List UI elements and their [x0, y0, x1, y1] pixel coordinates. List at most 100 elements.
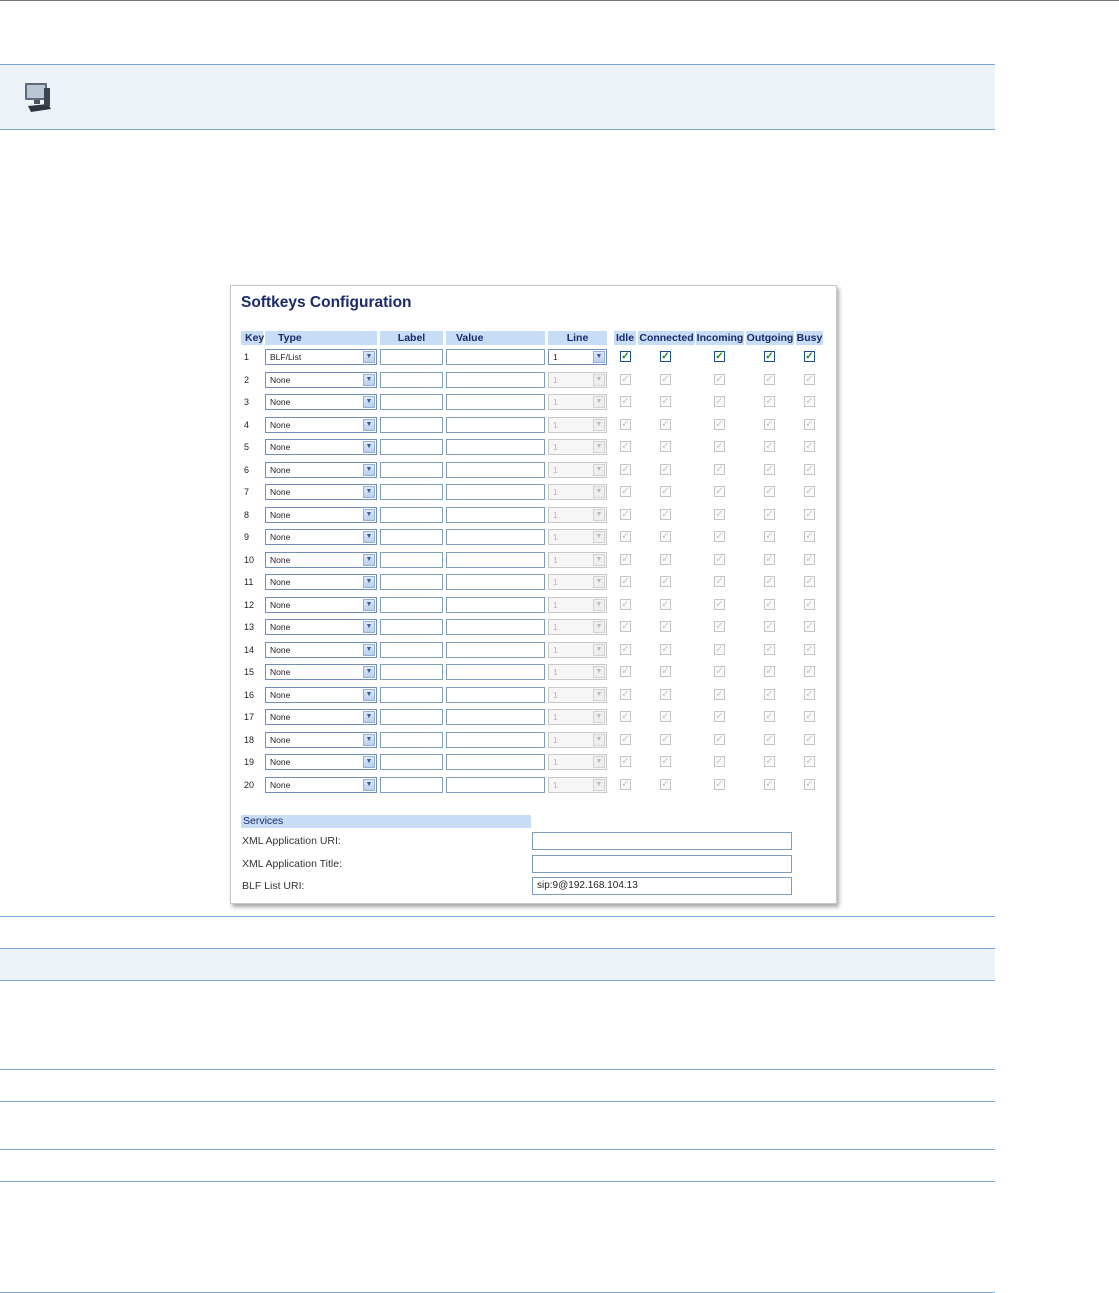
value-input[interactable] — [446, 596, 545, 613]
value-input[interactable] — [446, 506, 545, 523]
checkbox-outgoing[interactable]: ✓ — [764, 598, 775, 610]
checkbox-busy[interactable]: ✓ — [804, 463, 815, 475]
label-input[interactable] — [380, 641, 443, 658]
checkbox-connected[interactable]: ✓ — [660, 733, 671, 745]
type-select[interactable]: None ▼ — [265, 416, 377, 433]
label-input[interactable] — [380, 484, 443, 500]
checkbox-connected[interactable]: ✓ — [660, 553, 671, 565]
checkbox-outgoing[interactable]: ✓ — [764, 666, 775, 677]
chevron-down-icon[interactable]: ▼ — [363, 598, 375, 611]
checkbox-incoming[interactable]: ✓ — [714, 531, 725, 542]
label-input[interactable] — [380, 439, 443, 455]
value-input[interactable] — [446, 709, 545, 725]
value-input[interactable] — [446, 371, 545, 388]
chevron-down-icon[interactable]: ▼ — [593, 756, 605, 768]
checkbox-outgoing[interactable]: ✓ — [764, 508, 775, 520]
label-input[interactable] — [380, 551, 443, 568]
type-select[interactable]: None ▼ — [265, 709, 377, 725]
checkbox-busy[interactable]: ✓ — [804, 778, 815, 790]
checkbox-outgoing[interactable]: ✓ — [764, 373, 775, 385]
line-select[interactable]: 1 ▼ — [548, 416, 607, 433]
checkbox-connected[interactable]: ✓ — [660, 418, 671, 430]
checkbox-busy[interactable]: ✓ — [804, 711, 815, 722]
chevron-down-icon[interactable]: ▼ — [593, 666, 605, 678]
chevron-down-icon[interactable]: ▼ — [593, 486, 605, 498]
type-select[interactable]: None ▼ — [265, 754, 377, 770]
checkbox-connected[interactable]: ✓ — [660, 531, 671, 542]
checkbox-busy[interactable]: ✓ — [804, 373, 815, 385]
line-select[interactable]: 1 ▼ — [548, 529, 607, 545]
checkbox-idle[interactable]: ✓ — [620, 621, 631, 632]
checkbox-connected[interactable]: ✓ — [660, 463, 671, 475]
checkbox-incoming[interactable]: ✓ — [714, 688, 725, 700]
value-input[interactable] — [446, 686, 545, 703]
label-input[interactable] — [380, 596, 443, 613]
chevron-down-icon[interactable]: ▼ — [363, 531, 375, 543]
line-select[interactable]: 1 ▼ — [548, 686, 607, 703]
chevron-down-icon[interactable]: ▼ — [593, 373, 605, 386]
checkbox-outgoing[interactable]: ✓ — [764, 418, 775, 430]
checkbox-busy[interactable]: ✓ — [804, 418, 815, 430]
chevron-down-icon[interactable]: ▼ — [363, 486, 375, 498]
checkbox-connected[interactable]: ✓ — [660, 598, 671, 610]
checkbox-outgoing[interactable]: ✓ — [764, 531, 775, 542]
checkbox-incoming[interactable]: ✓ — [714, 396, 725, 407]
checkbox-idle[interactable]: ✓ — [620, 576, 631, 587]
checkbox-outgoing[interactable]: ✓ — [764, 643, 775, 655]
value-input[interactable] — [446, 461, 545, 478]
label-input[interactable] — [380, 349, 443, 365]
chevron-down-icon[interactable]: ▼ — [363, 396, 375, 408]
checkbox-connected[interactable]: ✓ — [660, 441, 671, 452]
type-select[interactable]: None ▼ — [265, 551, 377, 568]
checkbox-connected[interactable]: ✓ — [660, 666, 671, 677]
checkbox-idle[interactable]: ✓ — [620, 373, 631, 385]
chevron-down-icon[interactable]: ▼ — [593, 576, 605, 588]
type-select[interactable]: None ▼ — [265, 574, 377, 590]
checkbox-incoming[interactable]: ✓ — [714, 576, 725, 587]
checkbox-outgoing[interactable]: ✓ — [764, 553, 775, 565]
value-input[interactable] — [446, 574, 545, 590]
chevron-down-icon[interactable]: ▼ — [363, 621, 375, 633]
checkbox-idle[interactable]: ✓ — [620, 351, 631, 362]
value-input[interactable] — [446, 394, 545, 410]
line-select[interactable]: 1 ▼ — [548, 709, 607, 725]
checkbox-idle[interactable]: ✓ — [620, 531, 631, 542]
chevron-down-icon[interactable]: ▼ — [363, 643, 375, 656]
checkbox-idle[interactable]: ✓ — [620, 598, 631, 610]
type-select[interactable]: None ▼ — [265, 439, 377, 455]
line-select[interactable]: 1 ▼ — [548, 551, 607, 568]
line-select[interactable]: 1 ▼ — [548, 394, 607, 410]
value-input[interactable] — [446, 754, 545, 770]
type-select[interactable]: None ▼ — [265, 596, 377, 613]
checkbox-busy[interactable]: ✓ — [804, 396, 815, 407]
type-select[interactable]: None ▼ — [265, 461, 377, 478]
type-select[interactable]: None ▼ — [265, 664, 377, 680]
checkbox-busy[interactable]: ✓ — [804, 576, 815, 587]
xml-uri-input[interactable] — [532, 832, 792, 850]
checkbox-connected[interactable]: ✓ — [660, 711, 671, 722]
checkbox-incoming[interactable]: ✓ — [714, 508, 725, 520]
chevron-down-icon[interactable]: ▼ — [593, 598, 605, 611]
checkbox-idle[interactable]: ✓ — [620, 396, 631, 407]
line-select[interactable]: 1 ▼ — [548, 439, 607, 455]
line-select[interactable]: 1 ▼ — [548, 371, 607, 388]
type-select[interactable]: None ▼ — [265, 776, 377, 793]
blf-uri-input[interactable]: sip:9@192.168.104.13 — [532, 877, 792, 895]
checkbox-incoming[interactable]: ✓ — [714, 553, 725, 565]
checkbox-outgoing[interactable]: ✓ — [764, 351, 775, 362]
type-select[interactable]: None ▼ — [265, 731, 377, 748]
chevron-down-icon[interactable]: ▼ — [593, 621, 605, 633]
checkbox-idle[interactable]: ✓ — [620, 711, 631, 722]
checkbox-incoming[interactable]: ✓ — [714, 666, 725, 677]
line-select[interactable]: 1 ▼ — [548, 484, 607, 500]
checkbox-incoming[interactable]: ✓ — [714, 711, 725, 722]
chevron-down-icon[interactable]: ▼ — [363, 463, 375, 476]
checkbox-busy[interactable]: ✓ — [804, 598, 815, 610]
line-select[interactable]: 1 ▼ — [548, 596, 607, 613]
value-input[interactable] — [446, 776, 545, 793]
checkbox-idle[interactable]: ✓ — [620, 688, 631, 700]
label-input[interactable] — [380, 529, 443, 545]
checkbox-connected[interactable]: ✓ — [660, 688, 671, 700]
checkbox-idle[interactable]: ✓ — [620, 733, 631, 745]
checkbox-connected[interactable]: ✓ — [660, 576, 671, 587]
